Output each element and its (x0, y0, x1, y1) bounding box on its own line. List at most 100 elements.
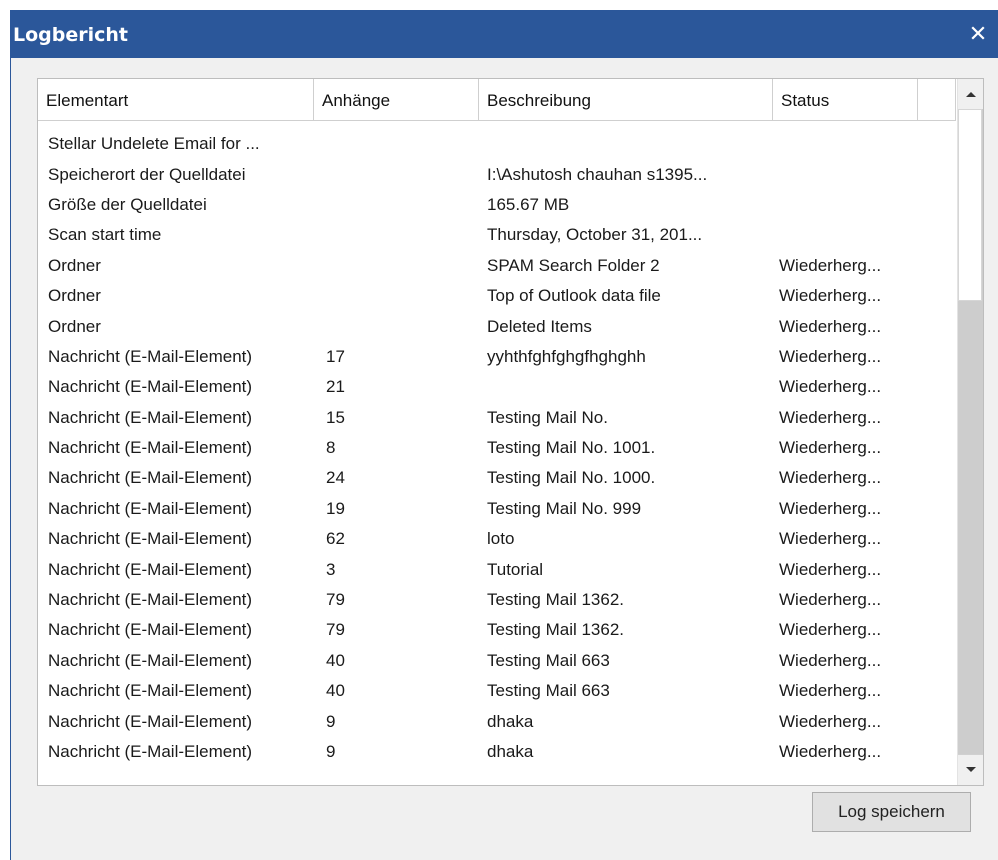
cell-elementart: Nachricht (E-Mail-Element) (48, 377, 253, 397)
scroll-down-button[interactable] (958, 754, 983, 785)
cell-elementart: Nachricht (E-Mail-Element) (48, 620, 253, 640)
cell-anhaenge: 79 (326, 620, 345, 640)
cell-beschreibung: Top of Outlook data file (487, 286, 661, 306)
cell-elementart: Ordner (48, 286, 101, 306)
cell-elementart: Nachricht (E-Mail-Element) (48, 681, 253, 701)
table-row[interactable]: Ordner Top of Outlook data file Wiederherg… (38, 281, 956, 311)
table-row[interactable]: Nachricht (E-Mail-Element) 15 Testing Mail… (38, 403, 956, 433)
cell-beschreibung: Testing Mail No. 1001. (487, 438, 656, 458)
scroll-thumb[interactable] (958, 109, 982, 301)
cell-elementart: Nachricht (E-Mail-Element) (48, 346, 253, 366)
cell-anhaenge: 40 (326, 650, 345, 670)
cell-status: Wiederherg... (779, 711, 882, 731)
cell-elementart: Nachricht (E-Mail-Element) (48, 650, 253, 670)
table-row[interactable]: Größe der Quelldatei 165.67 MB (38, 190, 956, 220)
cell-status: Wiederherg... (779, 438, 882, 458)
table-row[interactable]: Nachricht (E-Mail-Element) 62 loto Wiederhe… (38, 524, 956, 554)
table-row[interactable]: Speicherort der Quelldatei I:\Ashutosh ch… (38, 159, 956, 189)
cell-beschreibung: Testing Mail No. (487, 407, 608, 427)
cell-elementart: Nachricht (E-Mail-Element) (48, 559, 253, 579)
cell-beschreibung: SPAM Search Folder 2 (487, 255, 660, 275)
column-header-status[interactable]: Status (773, 79, 918, 121)
cell-beschreibung: 165.67 MB (487, 194, 570, 214)
table-row[interactable]: Nachricht (E-Mail-Element) 9 dhaka Wiederhe… (38, 706, 956, 736)
table-row[interactable]: Nachricht (E-Mail-Element) 19 Testing Mail… (38, 494, 956, 524)
column-header-elementart[interactable]: Elementart (38, 79, 314, 121)
cell-elementart: Nachricht (E-Mail-Element) (48, 590, 253, 610)
column-header-anhaenge[interactable]: Anhänge (314, 79, 479, 121)
cell-elementart: Speicherort der Quelldatei (48, 164, 246, 184)
table-row[interactable]: Nachricht (E-Mail-Element) 40 Testing Mail… (38, 646, 956, 676)
cell-status: Wiederherg... (779, 742, 882, 761)
cell-elementart: Nachricht (E-Mail-Element) (48, 468, 253, 488)
cell-status: Wiederherg... (779, 620, 882, 640)
vertical-scrollbar[interactable] (957, 79, 983, 785)
save-log-button[interactable]: Log speichern (812, 792, 971, 832)
close-icon (971, 26, 985, 40)
cell-anhaenge: 9 (326, 711, 336, 731)
cell-status: Wiederherg... (779, 529, 882, 549)
cell-beschreibung: Testing Mail 663 (487, 650, 610, 670)
cell-anhaenge: 24 (326, 468, 345, 488)
cell-elementart: Stellar Undelete Email for ... (48, 134, 260, 154)
cell-elementart: Scan start time (48, 225, 162, 245)
cell-anhaenge: 8 (326, 438, 336, 458)
cell-elementart: Nachricht (E-Mail-Element) (48, 438, 253, 458)
cell-elementart: Nachricht (E-Mail-Element) (48, 498, 253, 518)
cell-status: Wiederherg... (779, 498, 882, 518)
scroll-up-button[interactable] (958, 79, 983, 110)
cell-anhaenge: 17 (326, 346, 345, 366)
cell-beschreibung: dhaka (487, 742, 534, 761)
scroll-down-arrow-icon (965, 767, 976, 772)
cell-status: Wiederherg... (779, 255, 882, 275)
table-row[interactable]: Nachricht (E-Mail-Element) 9 dhaka Wiederhe… (38, 737, 956, 767)
cell-status: Wiederherg... (779, 286, 882, 306)
cell-beschreibung: Thursday, October 31, 201... (487, 225, 703, 245)
cell-beschreibung: I:\Ashutosh chauhan s1395... (487, 164, 708, 184)
cell-beschreibung: dhaka (487, 711, 534, 731)
cell-status: Wiederherg... (779, 407, 882, 427)
column-header-empty (918, 79, 956, 121)
table-row[interactable]: Nachricht (E-Mail-Element) 21 Wiederherg..… (38, 372, 956, 402)
dialog-title: Logbericht (13, 24, 129, 46)
table-row[interactable]: Nachricht (E-Mail-Element) 8 Testing Mail … (38, 433, 956, 463)
scroll-track[interactable] (958, 109, 983, 755)
table-row[interactable]: Nachricht (E-Mail-Element) 79 Testing Mail… (38, 615, 956, 645)
cell-elementart: Ordner (48, 255, 101, 275)
cell-status: Wiederherg... (779, 590, 882, 610)
cell-anhaenge: 3 (326, 559, 336, 579)
table-row[interactable]: Nachricht (E-Mail-Element) 17 yyhthfghfghg… (38, 342, 956, 372)
cell-beschreibung: Testing Mail 1362. (487, 590, 625, 610)
cell-anhaenge: 62 (326, 529, 345, 549)
table-row[interactable]: Nachricht (E-Mail-Element) 3 Tutorial Wiede… (38, 554, 956, 584)
scroll-up-arrow-icon (965, 92, 976, 97)
table-body: Stellar Undelete Email for ... Speicheror… (38, 129, 956, 767)
cell-anhaenge: 40 (326, 681, 345, 701)
column-header-beschreibung[interactable]: Beschreibung (479, 79, 773, 121)
table-row[interactable]: Nachricht (E-Mail-Element) 24 Testing Mail… (38, 463, 956, 493)
cell-anhaenge: 15 (326, 407, 345, 427)
table-row[interactable]: Nachricht (E-Mail-Element) 40 Testing Mail… (38, 676, 956, 706)
title-bar: Logbericht (11, 10, 998, 58)
cell-elementart: Nachricht (E-Mail-Element) (48, 529, 253, 549)
table-row[interactable]: Scan start time Thursday, October 31, 201… (38, 220, 956, 250)
cell-status: Wiederherg... (779, 681, 882, 701)
table-row[interactable]: Ordner Deleted Items Wiederherg... (38, 311, 956, 341)
cell-status: Wiederherg... (779, 559, 882, 579)
log-list-view[interactable]: Elementart Anhänge Beschreibung Status S… (37, 78, 984, 786)
cell-beschreibung: Testing Mail No. 1000. (487, 468, 656, 488)
cell-beschreibung: yyhthfghfghgfhghghh (487, 346, 646, 366)
cell-status: Wiederherg... (779, 650, 882, 670)
cell-anhaenge: 9 (326, 742, 336, 761)
cell-elementart: Nachricht (E-Mail-Element) (48, 742, 253, 761)
cell-beschreibung: loto (487, 529, 515, 549)
cell-elementart: Nachricht (E-Mail-Element) (48, 407, 253, 427)
close-button[interactable] (963, 18, 993, 48)
table-row[interactable]: Stellar Undelete Email for ... (38, 129, 956, 159)
cell-elementart: Größe der Quelldatei (48, 194, 207, 214)
cell-beschreibung: Tutorial (487, 559, 544, 579)
cell-status: Wiederherg... (779, 346, 882, 366)
table-row[interactable]: Ordner SPAM Search Folder 2 Wiederherg... (38, 251, 956, 281)
cell-status: Wiederherg... (779, 468, 882, 488)
table-row[interactable]: Nachricht (E-Mail-Element) 79 Testing Mail… (38, 585, 956, 615)
